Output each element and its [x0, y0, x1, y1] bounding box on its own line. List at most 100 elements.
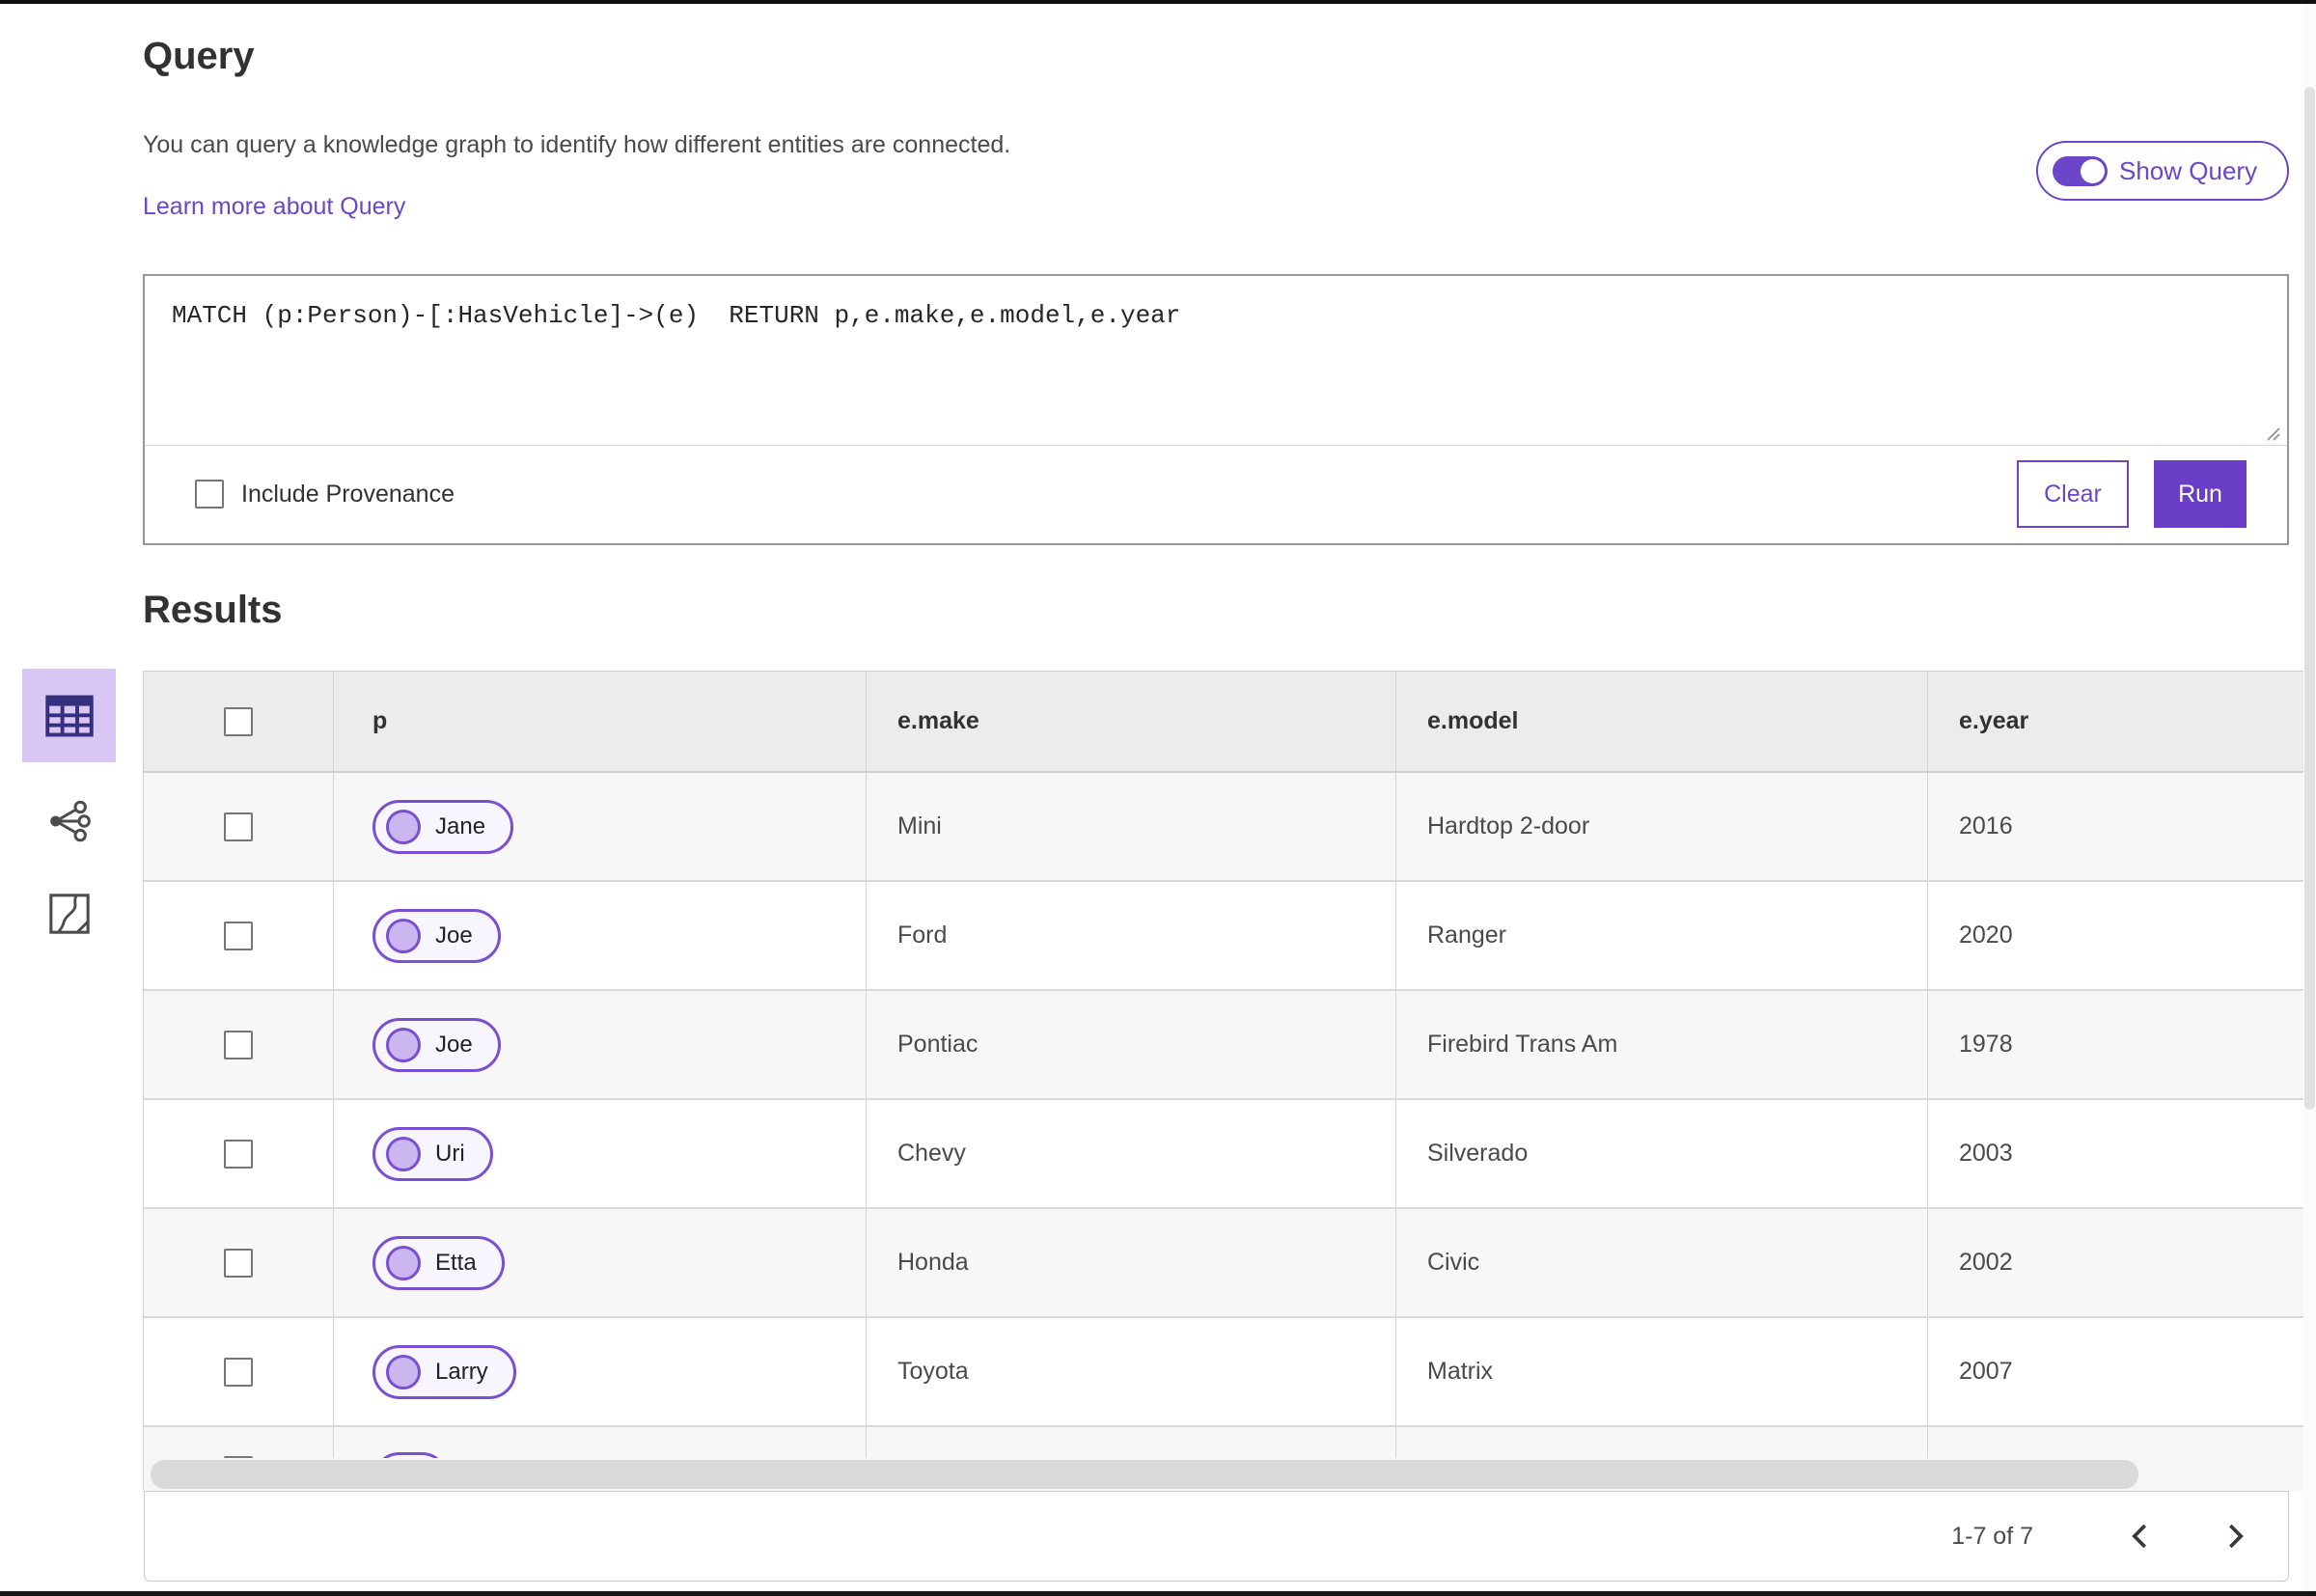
entity-cell: Etta: [334, 1209, 867, 1316]
column-header-make[interactable]: e.make: [867, 672, 1396, 771]
table-row: Joe Pontiac Firebird Trans Am 1978: [144, 991, 2308, 1100]
entity-node-icon: [386, 1027, 421, 1062]
sidebar-item-table-view[interactable]: [22, 669, 116, 762]
chevron-left-icon: [2132, 1524, 2146, 1549]
clear-button[interactable]: Clear: [2017, 460, 2129, 528]
entity-pill[interactable]: Jane: [372, 799, 514, 854]
entity-node-icon: [386, 1136, 421, 1171]
year-cell: 2016: [1959, 812, 2013, 839]
show-query-label: Show Query: [2119, 155, 2258, 185]
year-cell: 2020: [1959, 922, 2013, 949]
include-provenance-label: Include Provenance: [241, 480, 455, 508]
include-provenance-checkbox[interactable]: [195, 480, 224, 509]
entity-pill[interactable]: Uri: [372, 1126, 493, 1181]
query-panel: MATCH (p:Person)-[:HasVehicle]->(e) RETU…: [143, 274, 2289, 545]
results-table: p e.make e.model e.year Jane Mini Hardto…: [143, 671, 2309, 1491]
table-row: Uri Chevy Silverado 2003: [144, 1100, 2308, 1209]
year-cell: 2007: [1959, 1358, 2013, 1385]
column-header-model[interactable]: e.model: [1396, 672, 1928, 771]
entity-label: Jane: [435, 812, 486, 839]
model-cell: Firebird Trans Am: [1396, 991, 1928, 1098]
chevron-right-icon: [2229, 1524, 2244, 1549]
row-checkbox-cell: [144, 773, 334, 880]
row-checkbox-cell: [144, 882, 334, 989]
query-input[interactable]: MATCH (p:Person)-[:HasVehicle]->(e) RETU…: [145, 276, 2287, 446]
entity-label: Larry: [435, 1358, 488, 1385]
column-header-year[interactable]: e.year: [1928, 672, 2308, 771]
toggle-switch-icon[interactable]: [2053, 155, 2108, 186]
table-row: Joe Ford Ranger 2020: [144, 882, 2308, 991]
row-checkbox[interactable]: [224, 1139, 253, 1169]
entity-label: Joe: [435, 1031, 473, 1058]
make-cell: Ford: [867, 882, 1396, 989]
entity-cell: Jane: [334, 773, 867, 880]
run-button[interactable]: Run: [2154, 460, 2247, 528]
model-cell: Matrix: [1396, 1318, 1928, 1425]
next-page-button[interactable]: [2213, 1514, 2257, 1558]
entity-pill[interactable]: Etta: [372, 1235, 505, 1290]
entity-cell: Larry: [334, 1318, 867, 1425]
vertical-scrollbar: [2303, 4, 2316, 1591]
window-top-edge: [0, 0, 2316, 4]
entity-node-icon: [386, 809, 421, 844]
table-header-row: p e.make e.model e.year: [144, 672, 2308, 773]
row-checkbox[interactable]: [224, 1357, 253, 1387]
model-cell: Silverado: [1396, 1100, 1928, 1207]
row-checkbox-cell: [144, 991, 334, 1098]
table-footer: 1-7 of 7: [144, 1491, 2289, 1582]
entity-cell: Joe: [334, 991, 867, 1098]
row-checkbox-cell: [144, 1100, 334, 1207]
table-row: Jane Mini Hardtop 2-door 2016: [144, 773, 2308, 882]
year-cell: 2003: [1959, 1140, 2013, 1167]
page-range-label: 1-7 of 7: [1951, 1522, 2033, 1550]
row-checkbox[interactable]: [224, 1030, 253, 1059]
header-checkbox-cell: [144, 672, 334, 771]
entity-node-icon: [386, 1354, 421, 1390]
make-cell: Honda: [867, 1209, 1396, 1316]
entity-pill[interactable]: Joe: [372, 1017, 501, 1072]
horizontal-scrollbar-thumb[interactable]: [151, 1460, 2138, 1489]
show-query-toggle[interactable]: Show Query: [2036, 141, 2289, 201]
vertical-scrollbar-thumb[interactable]: [2304, 87, 2315, 1110]
sidebar-item-link-chart-view[interactable]: [22, 787, 116, 855]
table-row: Larry Toyota Matrix 2007: [144, 1318, 2308, 1427]
row-checkbox[interactable]: [224, 812, 253, 841]
map-icon: [48, 894, 90, 934]
page-title: Query: [143, 35, 255, 77]
model-cell: Ranger: [1396, 882, 1928, 989]
select-all-checkbox[interactable]: [224, 706, 253, 736]
entity-label: Uri: [435, 1140, 465, 1167]
row-checkbox-cell: [144, 1209, 334, 1316]
include-provenance-group: Include Provenance: [195, 480, 455, 509]
make-cell: Pontiac: [867, 991, 1396, 1098]
results-title: Results: [143, 589, 283, 631]
horizontal-scrollbar: [144, 1458, 2308, 1491]
table-row: Etta Honda Civic 2002: [144, 1209, 2308, 1318]
year-cell: 1978: [1959, 1031, 2013, 1058]
entity-node-icon: [386, 918, 421, 953]
view-sidebar: [22, 669, 116, 948]
entity-pill[interactable]: Joe: [372, 908, 501, 963]
entity-label: Joe: [435, 922, 473, 949]
entity-cell: Joe: [334, 882, 867, 989]
resize-handle-icon[interactable]: [2260, 421, 2283, 444]
toggle-knob: [2081, 158, 2105, 183]
learn-more-link[interactable]: Learn more about Query: [143, 193, 405, 221]
make-cell: Toyota: [867, 1318, 1396, 1425]
make-cell: Mini: [867, 773, 1396, 880]
row-checkbox[interactable]: [224, 1248, 253, 1278]
table-icon: [44, 695, 94, 736]
make-cell: Chevy: [867, 1100, 1396, 1207]
page-description: You can query a knowledge graph to ident…: [143, 131, 1011, 158]
entity-cell: Uri: [334, 1100, 867, 1207]
model-cell: Hardtop 2-door: [1396, 773, 1928, 880]
entity-label: Etta: [435, 1249, 477, 1276]
previous-page-button[interactable]: [2118, 1514, 2163, 1558]
query-toolbar: Include Provenance Clear Run: [145, 445, 2287, 543]
sidebar-item-map-view[interactable]: [22, 880, 116, 948]
entity-node-icon: [386, 1245, 421, 1280]
row-checkbox[interactable]: [224, 921, 253, 950]
column-header-p[interactable]: p: [334, 672, 867, 771]
entity-pill[interactable]: Larry: [372, 1344, 516, 1399]
link-chart-icon: [49, 800, 91, 842]
